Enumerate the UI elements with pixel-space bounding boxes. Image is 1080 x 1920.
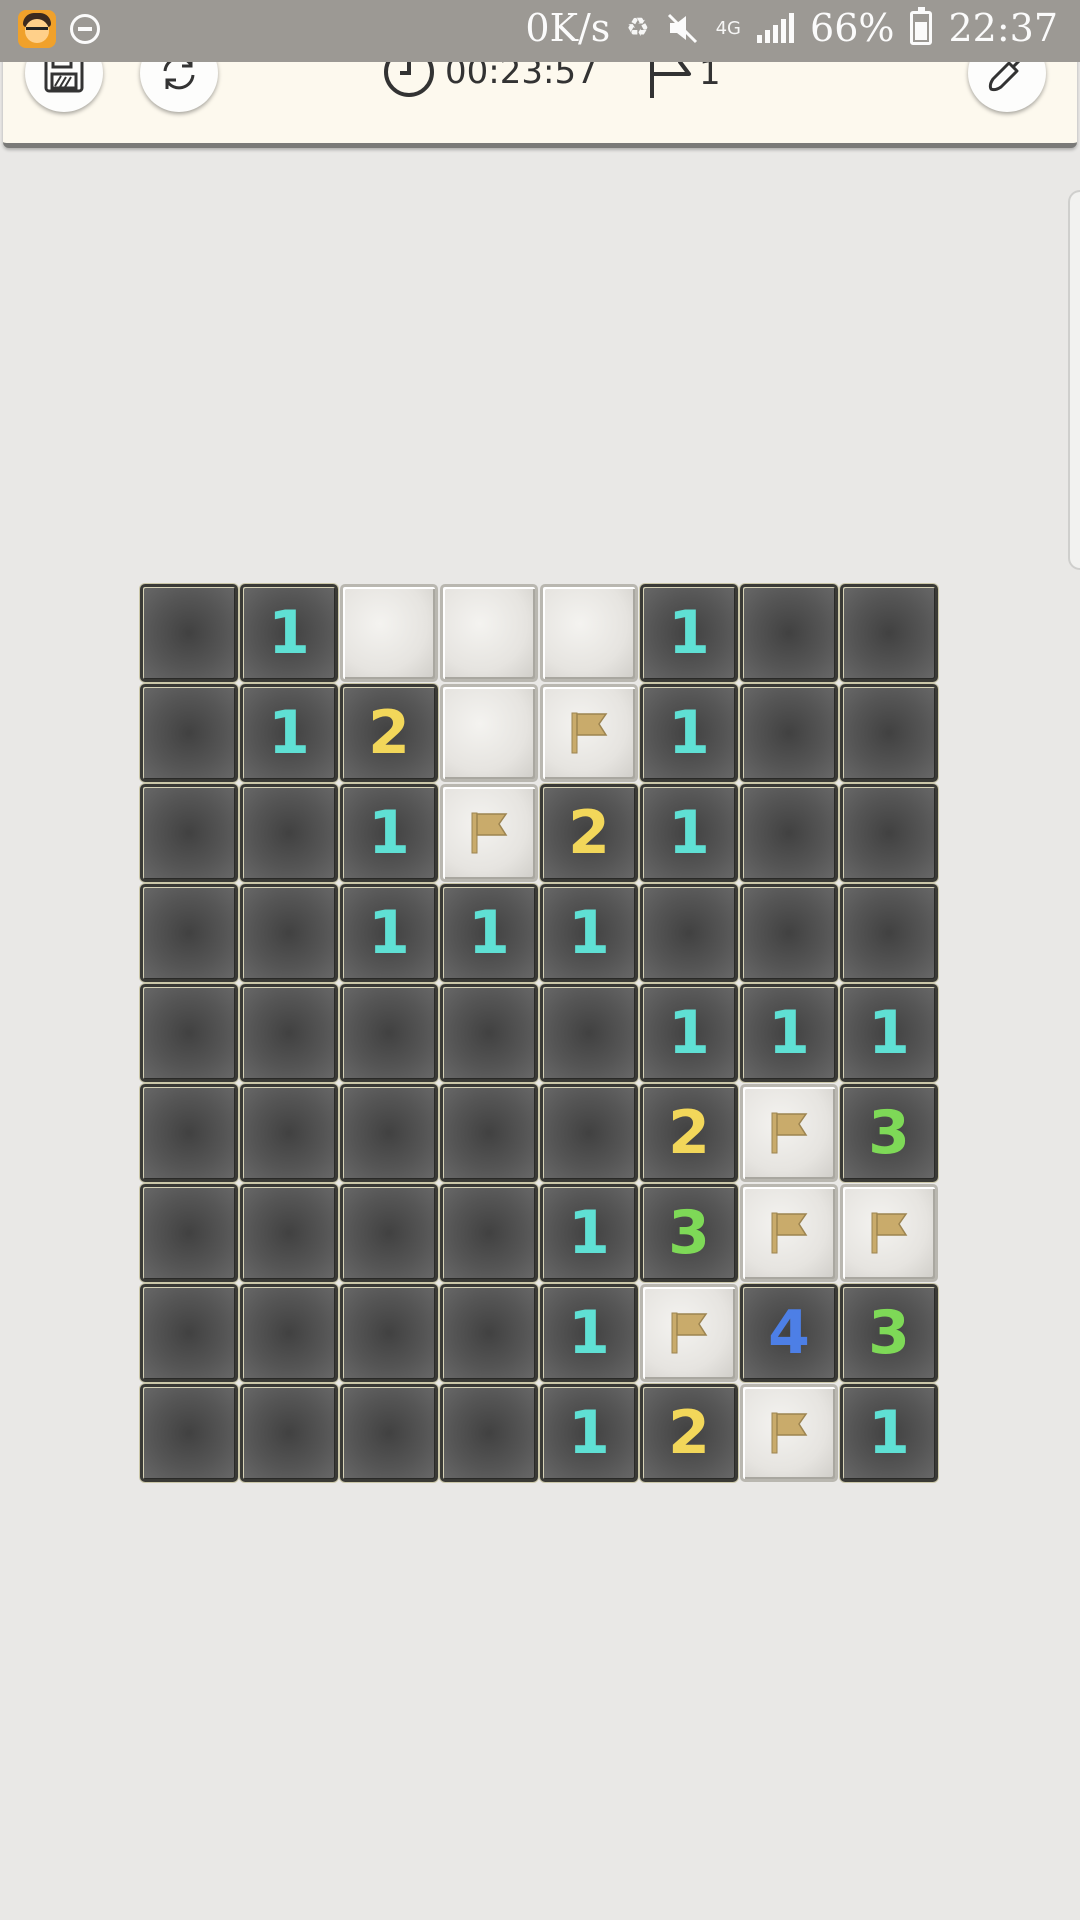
empty-cell[interactable] (440, 1284, 538, 1382)
number-cell[interactable]: 1 (840, 984, 938, 1082)
empty-cell[interactable] (540, 1084, 638, 1182)
empty-cell[interactable] (440, 1184, 538, 1282)
empty-cell[interactable] (540, 984, 638, 1082)
number-cell[interactable]: 1 (840, 1384, 938, 1482)
net-speed: 0K/s (525, 6, 611, 50)
empty-cell[interactable] (340, 1184, 438, 1282)
empty-cell[interactable] (140, 684, 238, 782)
empty-cell[interactable] (140, 1184, 238, 1282)
number-cell[interactable]: 1 (540, 1384, 638, 1482)
flag-marker-icon (871, 1212, 908, 1254)
flagged-cell[interactable] (740, 1184, 838, 1282)
number-cell[interactable]: 1 (540, 1284, 638, 1382)
empty-cell[interactable] (440, 1384, 538, 1482)
number-cell[interactable]: 1 (340, 784, 438, 882)
flagged-cell[interactable] (640, 1284, 738, 1382)
number-cell[interactable]: 1 (340, 884, 438, 982)
number-cell[interactable]: 2 (640, 1084, 738, 1182)
empty-cell[interactable] (240, 1284, 338, 1382)
number-cell[interactable]: 3 (840, 1084, 938, 1182)
flag-marker-icon (571, 712, 608, 754)
empty-cell[interactable] (840, 684, 938, 782)
number-cell[interactable]: 1 (640, 584, 738, 682)
empty-cell[interactable] (840, 584, 938, 682)
number-cell[interactable]: 1 (240, 584, 338, 682)
empty-cell[interactable] (240, 884, 338, 982)
number-cell[interactable]: 1 (640, 684, 738, 782)
clock: 22:37 (948, 6, 1058, 50)
empty-cell[interactable] (140, 784, 238, 882)
empty-cell[interactable] (440, 1084, 538, 1182)
empty-cell[interactable] (140, 584, 238, 682)
flag-marker-icon (671, 1312, 708, 1354)
empty-cell[interactable] (240, 1184, 338, 1282)
empty-cell[interactable] (840, 784, 938, 882)
hidden-cell[interactable] (440, 584, 538, 682)
flagged-cell[interactable] (540, 684, 638, 782)
number-cell[interactable]: 3 (840, 1284, 938, 1382)
empty-cell[interactable] (240, 784, 338, 882)
empty-cell[interactable] (140, 1284, 238, 1382)
number-cell[interactable]: 1 (440, 884, 538, 982)
status-bar: 0K/s ♻ 4G 66% 22:37 (0, 0, 1080, 62)
hidden-cell[interactable] (540, 584, 638, 682)
minefield-board: 111211211111112313143121 (140, 584, 938, 1482)
number-cell[interactable]: 2 (640, 1384, 738, 1482)
flag-marker-icon (771, 1412, 808, 1454)
number-cell[interactable]: 2 (340, 684, 438, 782)
number-cell[interactable]: 1 (240, 684, 338, 782)
flag-marker-icon (471, 812, 508, 854)
empty-cell[interactable] (740, 584, 838, 682)
empty-cell[interactable] (140, 1084, 238, 1182)
hidden-cell[interactable] (440, 684, 538, 782)
empty-cell[interactable] (740, 684, 838, 782)
flagged-cell[interactable] (740, 1384, 838, 1482)
do-not-disturb-icon (70, 14, 100, 44)
empty-cell[interactable] (840, 884, 938, 982)
number-cell[interactable]: 2 (540, 784, 638, 882)
app-avatar-icon (18, 10, 56, 48)
side-drawer-handle[interactable] (1068, 190, 1080, 570)
number-cell[interactable]: 1 (740, 984, 838, 1082)
battery-icon (910, 7, 933, 45)
number-cell[interactable]: 3 (640, 1184, 738, 1282)
empty-cell[interactable] (140, 884, 238, 982)
flagged-cell[interactable] (840, 1184, 938, 1282)
empty-cell[interactable] (240, 1084, 338, 1182)
flagged-cell[interactable] (740, 1084, 838, 1182)
empty-cell[interactable] (340, 984, 438, 1082)
empty-cell[interactable] (440, 984, 538, 1082)
network-type: 4G (715, 17, 742, 39)
empty-cell[interactable] (640, 884, 738, 982)
signal-icon (757, 13, 795, 43)
empty-cell[interactable] (740, 784, 838, 882)
number-cell[interactable]: 1 (640, 984, 738, 1082)
empty-cell[interactable] (340, 1284, 438, 1382)
empty-cell[interactable] (340, 1084, 438, 1182)
empty-cell[interactable] (240, 984, 338, 1082)
flag-marker-icon (771, 1212, 808, 1254)
empty-cell[interactable] (240, 1384, 338, 1482)
number-cell[interactable]: 4 (740, 1284, 838, 1382)
battery-percent: 66% (810, 6, 895, 50)
empty-cell[interactable] (340, 1384, 438, 1482)
hidden-cell[interactable] (340, 584, 438, 682)
flag-marker-icon (771, 1112, 808, 1154)
number-cell[interactable]: 1 (540, 1184, 638, 1282)
number-cell[interactable]: 1 (540, 884, 638, 982)
flagged-cell[interactable] (440, 784, 538, 882)
empty-cell[interactable] (740, 884, 838, 982)
mute-icon (667, 13, 697, 44)
empty-cell[interactable] (140, 1384, 238, 1482)
battery-saver-icon: ♻ (626, 13, 650, 43)
number-cell[interactable]: 1 (640, 784, 738, 882)
empty-cell[interactable] (140, 984, 238, 1082)
